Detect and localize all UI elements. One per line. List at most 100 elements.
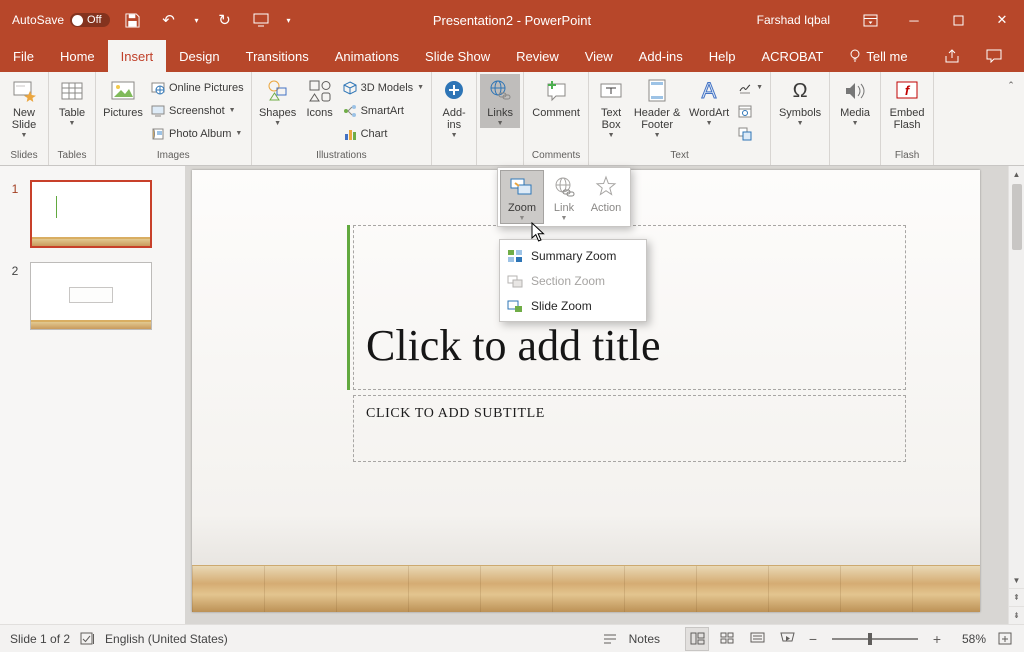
signature-line-dropdown: ▼: [756, 84, 763, 91]
fit-to-window-button[interactable]: [994, 628, 1016, 650]
photo-album-button[interactable]: Photo Album ▼: [147, 122, 248, 145]
screenshot-button[interactable]: Screenshot ▼: [147, 99, 248, 122]
redo-button[interactable]: ↻: [212, 7, 238, 33]
collapse-ribbon-button[interactable]: ⌃: [1003, 80, 1019, 91]
tab-add-ins[interactable]: Add-ins: [626, 40, 696, 72]
tab-tell-me[interactable]: Tell me: [836, 40, 920, 72]
scroll-down-button[interactable]: ▼: [1009, 572, 1024, 588]
title-placeholder-text: Click to add title: [354, 320, 661, 389]
3d-models-button[interactable]: 3D Models ▼: [339, 76, 429, 99]
online-pictures-button[interactable]: Online Pictures: [147, 76, 248, 99]
header-footer-button[interactable]: Header & Footer ▼: [630, 74, 684, 140]
chart-button[interactable]: Chart: [339, 122, 429, 145]
comment-button[interactable]: Comment: [527, 74, 585, 119]
share-icon[interactable]: [944, 49, 960, 63]
touch-mode-icon: [253, 13, 269, 27]
screenshot-dropdown: ▼: [229, 107, 236, 114]
slide-number-indicator[interactable]: Slide 1 of 2: [10, 632, 70, 646]
close-button[interactable]: ✕: [980, 0, 1024, 40]
photo-album-dropdown: ▼: [235, 130, 242, 137]
autosave-toggle[interactable]: AutoSave Off: [12, 13, 110, 27]
tab-file[interactable]: File: [0, 40, 47, 72]
action-menu-button[interactable]: Action: [585, 171, 627, 223]
symbols-button[interactable]: Ω Symbols ▼: [774, 74, 826, 128]
notes-button[interactable]: Notes: [629, 632, 660, 646]
undo-icon: ↶: [162, 11, 175, 29]
slide-show-view-button[interactable]: [776, 628, 798, 650]
header-footer-dropdown: ▼: [654, 132, 661, 140]
tab-insert[interactable]: Insert: [108, 40, 167, 72]
quick-access-customize-button[interactable]: ▾: [284, 16, 294, 25]
link-menu-button[interactable]: Link ▼: [543, 171, 585, 223]
undo-button[interactable]: ↶: [156, 7, 182, 33]
tab-acrobat[interactable]: ACROBAT: [749, 40, 837, 72]
tab-transitions[interactable]: Transitions: [233, 40, 322, 72]
comments-icon[interactable]: [986, 49, 1002, 63]
embed-flash-icon: f: [894, 77, 920, 105]
slide-sorter-view-button[interactable]: [716, 628, 738, 650]
reading-view-button[interactable]: [746, 628, 768, 650]
zoom-out-button[interactable]: −: [806, 631, 820, 647]
save-button[interactable]: [120, 7, 146, 33]
tab-review[interactable]: Review: [503, 40, 572, 72]
signature-line-button[interactable]: ▼: [734, 76, 767, 99]
section-zoom-icon: [507, 273, 523, 289]
zoom-slider[interactable]: [832, 638, 918, 640]
wordart-button[interactable]: A WordArt ▼: [684, 74, 734, 128]
slide-canvas[interactable]: Click to add title CLICK TO ADD SUBTITLE: [192, 170, 980, 612]
zoom-menu-button[interactable]: Zoom ▼: [501, 171, 543, 223]
add-ins-button[interactable]: Add-ins ▼: [435, 74, 473, 140]
smartart-button[interactable]: SmartArt: [339, 99, 429, 122]
media-button[interactable]: Media ▼: [833, 74, 877, 128]
summary-zoom-icon: [507, 248, 523, 264]
group-label-symbols: [771, 149, 829, 165]
slide-floor-graphic: [192, 565, 980, 612]
touch-mouse-mode-button[interactable]: [248, 7, 274, 33]
group-label-add-ins: [432, 149, 476, 165]
summary-zoom-item[interactable]: Summary Zoom: [500, 243, 646, 268]
scrollbar-thumb[interactable]: [1012, 184, 1022, 250]
slide-accent-bar: [347, 225, 350, 390]
insert-object-button[interactable]: [734, 122, 767, 145]
slide-2-thumbnail[interactable]: [30, 262, 152, 330]
slide-1-thumbnail[interactable]: [30, 180, 152, 248]
section-zoom-item[interactable]: Section Zoom: [500, 268, 646, 293]
zoom-slider-thumb[interactable]: [868, 633, 872, 645]
embed-flash-button[interactable]: f Embed Flash: [884, 74, 930, 131]
undo-dropdown[interactable]: ▾: [192, 16, 202, 25]
tab-home[interactable]: Home: [47, 40, 108, 72]
table-button[interactable]: Table ▼: [52, 74, 92, 128]
tab-help[interactable]: Help: [696, 40, 749, 72]
pictures-button[interactable]: Pictures: [99, 74, 147, 119]
minimize-button[interactable]: ─: [892, 0, 936, 40]
maximize-button[interactable]: [936, 0, 980, 40]
group-tables: Table ▼ Tables: [49, 72, 96, 165]
autosave-state: Off: [87, 14, 101, 26]
scroll-up-button[interactable]: ▲: [1009, 166, 1024, 182]
slide-zoom-item[interactable]: Slide Zoom: [500, 293, 646, 318]
previous-slide-button[interactable]: ⇞: [1009, 588, 1024, 606]
tab-view[interactable]: View: [572, 40, 626, 72]
tab-animations[interactable]: Animations: [322, 40, 412, 72]
autosave-switch: Off: [70, 13, 109, 27]
tab-slide-show[interactable]: Slide Show: [412, 40, 503, 72]
language-indicator[interactable]: English (United States): [105, 632, 228, 646]
ribbon-display-options-button[interactable]: [848, 0, 892, 40]
normal-view-button[interactable]: [686, 628, 708, 650]
tab-design[interactable]: Design: [166, 40, 232, 72]
spell-check-icon[interactable]: [80, 632, 95, 646]
date-time-button[interactable]: [734, 99, 767, 122]
zoom-level[interactable]: 58%: [952, 632, 986, 646]
icons-button[interactable]: Icons: [301, 74, 339, 119]
subtitle-placeholder[interactable]: CLICK TO ADD SUBTITLE: [353, 395, 906, 462]
shapes-button[interactable]: Shapes ▼: [255, 74, 301, 128]
links-button[interactable]: Links ▼: [480, 74, 520, 128]
text-box-icon: [598, 77, 624, 105]
new-slide-button[interactable]: New Slide ▼: [3, 74, 45, 140]
text-box-button[interactable]: Text Box ▼: [592, 74, 630, 140]
zoom-in-button[interactable]: +: [930, 631, 944, 647]
next-slide-button[interactable]: ⇟: [1009, 606, 1024, 624]
group-illustrations: Shapes ▼ Icons 3D Models ▼: [252, 72, 433, 165]
group-label-images: Images: [96, 149, 251, 165]
group-add-ins: Add-ins ▼: [432, 72, 477, 165]
